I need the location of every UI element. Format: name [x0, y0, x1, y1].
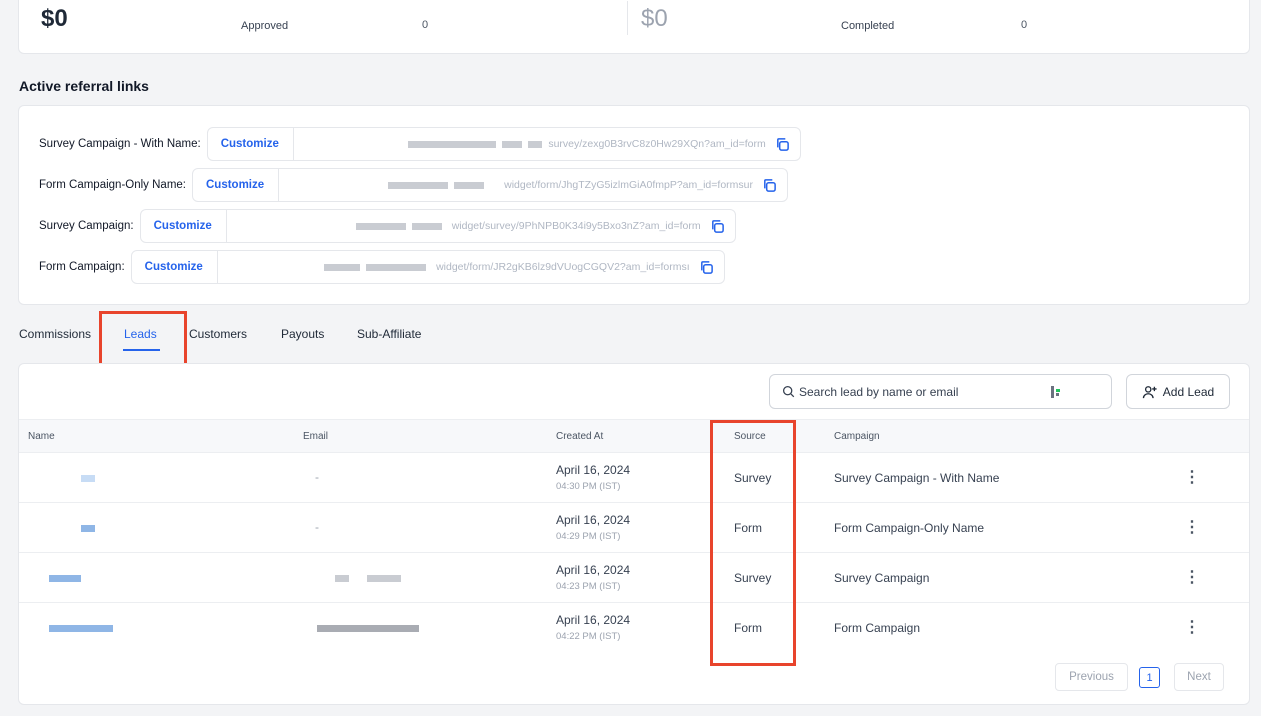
- customize-button[interactable]: Customize: [208, 128, 294, 160]
- add-user-icon: [1142, 385, 1157, 398]
- referral-link-row: Form Campaign-Only Name: Customize widge…: [39, 168, 788, 202]
- redacted-blur: [366, 263, 427, 271]
- link-url[interactable]: widget/form/JhgTZyG5izlmGiA0fmpP?am_id=f…: [279, 169, 753, 201]
- link-label: Survey Campaign:: [39, 220, 134, 232]
- search-placeholder: Search lead by name or email: [799, 384, 959, 399]
- next-button[interactable]: Next: [1174, 663, 1224, 691]
- link-url-text: survey/zexg0B3rvC8z0Hw29XQn?am_id=form: [548, 138, 766, 150]
- add-lead-label: Add Lead: [1162, 384, 1215, 399]
- lead-campaign: Survey Campaign: [834, 571, 930, 585]
- highlight-box-source: [710, 420, 796, 666]
- referral-link-row: Survey Campaign: Customize widget/survey…: [39, 209, 736, 243]
- add-lead-button[interactable]: Add Lead: [1126, 374, 1230, 409]
- referral-link-row: Survey Campaign - With Name: Customize s…: [39, 127, 801, 161]
- lead-time: 04:30 PM (IST): [556, 481, 621, 492]
- lead-time: 04:23 PM (IST): [556, 581, 621, 592]
- link-url-text: widget/survey/9PhNPB0K34i9y5Bxo3nZ?am_id…: [451, 220, 701, 232]
- table-header: Name Email Created At Source Campaign: [19, 419, 1249, 453]
- redacted-blur: [355, 222, 406, 230]
- lead-campaign: Form Campaign: [834, 621, 921, 635]
- section-title: Active referral links: [19, 78, 149, 94]
- column-name: Name: [28, 431, 55, 442]
- link-label: Survey Campaign - With Name:: [39, 138, 201, 150]
- lead-campaign: Form Campaign-Only Name: [834, 521, 985, 535]
- customize-button[interactable]: Customize: [132, 251, 218, 283]
- stats-divider: [627, 1, 628, 35]
- redacted-name: [49, 625, 113, 632]
- tab-commissions[interactable]: Commissions: [19, 327, 91, 341]
- link-url[interactable]: widget/survey/9PhNPB0K34i9y5Bxo3nZ?am_id…: [227, 210, 701, 242]
- redacted-blur: [388, 181, 449, 189]
- search-input[interactable]: Search lead by name or email: [769, 374, 1112, 409]
- lead-time: 04:29 PM (IST): [556, 531, 621, 542]
- link-box: Customize survey/zexg0B3rvC8z0Hw29XQn?am…: [206, 127, 801, 161]
- tab-payouts[interactable]: Payouts: [281, 327, 324, 341]
- redacted-blur: [528, 140, 543, 148]
- page-number-button[interactable]: 1: [1139, 667, 1160, 688]
- lead-time: 04:22 PM (IST): [556, 631, 621, 642]
- more-options-icon[interactable]: ⋮: [1184, 617, 1200, 637]
- referral-link-row: Form Campaign: Customize widget/form/JR2…: [39, 250, 725, 284]
- approved-label: Approved: [241, 20, 289, 32]
- redacted-email: [317, 625, 419, 632]
- brand-icon: [1050, 385, 1062, 402]
- approved-count: 0: [422, 19, 429, 31]
- referral-links-card: Survey Campaign - With Name: Customize s…: [18, 105, 1250, 305]
- approved-amount: $0: [41, 5, 68, 32]
- column-email: Email: [303, 431, 329, 442]
- lead-date: April 16, 2024: [556, 613, 631, 627]
- redacted-blur: [454, 181, 485, 189]
- link-label: Form Campaign-Only Name:: [39, 179, 186, 191]
- lead-date: April 16, 2024: [556, 563, 631, 577]
- redacted-name: [49, 575, 81, 582]
- link-box: Customize widget/form/JR2gKB6lz9dVUogCGQ…: [130, 250, 725, 284]
- lead-email: -: [315, 520, 319, 534]
- redacted-email: [335, 575, 349, 582]
- lead-email: -: [315, 470, 319, 484]
- table-row[interactable]: - April 16, 2024 04:30 PM (IST) Survey S…: [19, 453, 1249, 503]
- customize-button[interactable]: Customize: [141, 210, 227, 242]
- completed-label: Completed: [841, 20, 895, 32]
- completed-amount: $0: [641, 5, 668, 32]
- table-row[interactable]: April 16, 2024 04:22 PM (IST) Form Form …: [19, 603, 1249, 653]
- copy-icon[interactable]: [753, 169, 787, 201]
- link-url[interactable]: survey/zexg0B3rvC8z0Hw29XQn?am_id=form: [294, 128, 766, 160]
- more-options-icon[interactable]: ⋮: [1184, 467, 1200, 487]
- redacted-blur: [324, 263, 361, 271]
- completed-count: 0: [1021, 19, 1028, 31]
- table-row[interactable]: - April 16, 2024 04:29 PM (IST) Form For…: [19, 503, 1249, 553]
- redacted-email: [367, 575, 401, 582]
- redacted-blur: [408, 140, 497, 148]
- tab-sub-affiliate[interactable]: Sub-Affiliate: [357, 327, 421, 341]
- previous-button[interactable]: Previous: [1055, 663, 1128, 691]
- link-url-text: widget/form/JhgTZyG5izlmGiA0fmpP?am_id=f…: [504, 179, 753, 191]
- column-campaign: Campaign: [834, 431, 880, 442]
- link-url-text: widget/form/JR2gKB6lz9dVUogCGQV2?am_id=f…: [436, 261, 690, 273]
- link-box: Customize widget/form/JhgTZyG5izlmGiA0fm…: [191, 168, 788, 202]
- link-label: Form Campaign:: [39, 261, 125, 273]
- more-options-icon[interactable]: ⋮: [1184, 567, 1200, 587]
- lead-campaign: Survey Campaign - With Name: [834, 471, 1000, 485]
- copy-icon[interactable]: [690, 251, 724, 283]
- column-created-at: Created At: [556, 431, 604, 442]
- redacted-name: [81, 475, 95, 482]
- lead-date: April 16, 2024: [556, 513, 631, 527]
- leads-card: Search lead by name or email Add Lead Na…: [18, 363, 1250, 705]
- copy-icon[interactable]: [701, 210, 735, 242]
- tab-customers[interactable]: Customers: [189, 327, 247, 341]
- link-url[interactable]: widget/form/JR2gKB6lz9dVUogCGQV2?am_id=f…: [218, 251, 690, 283]
- redacted-blur: [502, 140, 523, 148]
- link-box: Customize widget/survey/9PhNPB0K34i9y5Bx…: [139, 209, 736, 243]
- stats-card: $0 Approved 0 $0 Completed 0: [18, 0, 1250, 54]
- redacted-blur: [411, 222, 442, 230]
- customize-button[interactable]: Customize: [193, 169, 280, 201]
- copy-icon[interactable]: [766, 128, 800, 160]
- search-icon: [782, 385, 795, 398]
- lead-date: April 16, 2024: [556, 463, 631, 477]
- redacted-name: [81, 525, 95, 532]
- highlight-box-leads: [99, 311, 187, 367]
- table-row[interactable]: April 16, 2024 04:23 PM (IST) Survey Sur…: [19, 553, 1249, 603]
- more-options-icon[interactable]: ⋮: [1184, 517, 1200, 537]
